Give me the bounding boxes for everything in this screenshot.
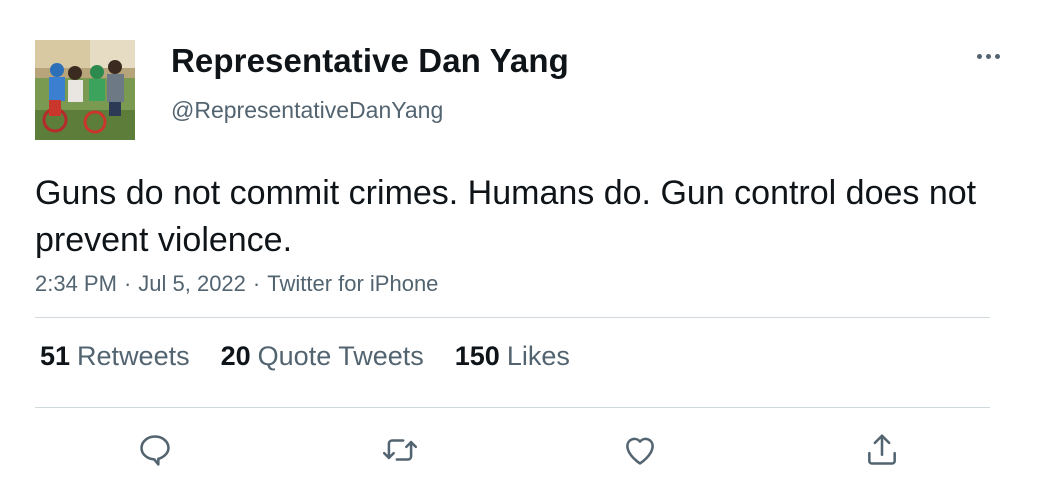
tweet-time[interactable]: 2:34 PM	[35, 271, 117, 296]
avatar[interactable]	[35, 40, 135, 140]
likes-label: Likes	[506, 341, 570, 371]
avatar-photo	[35, 40, 135, 140]
separator: ·	[252, 271, 261, 296]
dot	[994, 53, 1000, 59]
reply-icon	[140, 435, 170, 466]
separator: ·	[123, 271, 132, 296]
retweets-stat[interactable]: 51 Retweets	[40, 341, 190, 372]
quote-tweets-label: Quote Tweets	[257, 341, 424, 371]
like-button[interactable]	[620, 430, 660, 470]
user-handle[interactable]: @RepresentativeDanYang	[171, 97, 443, 124]
likes-stat[interactable]: 150 Likes	[455, 341, 570, 372]
likes-count: 150	[454, 341, 500, 371]
more-options-icon[interactable]	[966, 40, 1010, 72]
display-name[interactable]: Representative Dan Yang	[171, 42, 569, 80]
like-icon	[626, 437, 654, 465]
quote-tweets-stat[interactable]: 20 Quote Tweets	[221, 341, 424, 372]
divider	[35, 407, 990, 408]
share-button[interactable]	[862, 430, 902, 470]
retweet-button[interactable]	[380, 430, 420, 470]
retweets-count: 51	[40, 341, 71, 371]
quote-tweets-count: 20	[220, 341, 251, 371]
tweet-date[interactable]: Jul 5, 2022	[138, 271, 246, 296]
tweet-source[interactable]: Twitter for iPhone	[267, 271, 438, 296]
retweets-label: Retweets	[77, 341, 190, 371]
share-icon	[868, 434, 896, 465]
dot	[976, 53, 982, 59]
tweet-meta: 2:34 PM · Jul 5, 2022 · Twitter for iPhone	[35, 271, 438, 297]
reply-button[interactable]	[135, 430, 175, 470]
tweet-text: Guns do not commit crimes. Humans do. Gu…	[35, 174, 977, 259]
engagement-stats: 51 Retweets 20 Quote Tweets 150 Likes	[40, 341, 601, 372]
retweet-icon	[382, 439, 418, 461]
divider	[35, 317, 990, 318]
tweet-card: Representative Dan Yang @RepresentativeD…	[0, 0, 1050, 480]
dot	[985, 53, 991, 59]
